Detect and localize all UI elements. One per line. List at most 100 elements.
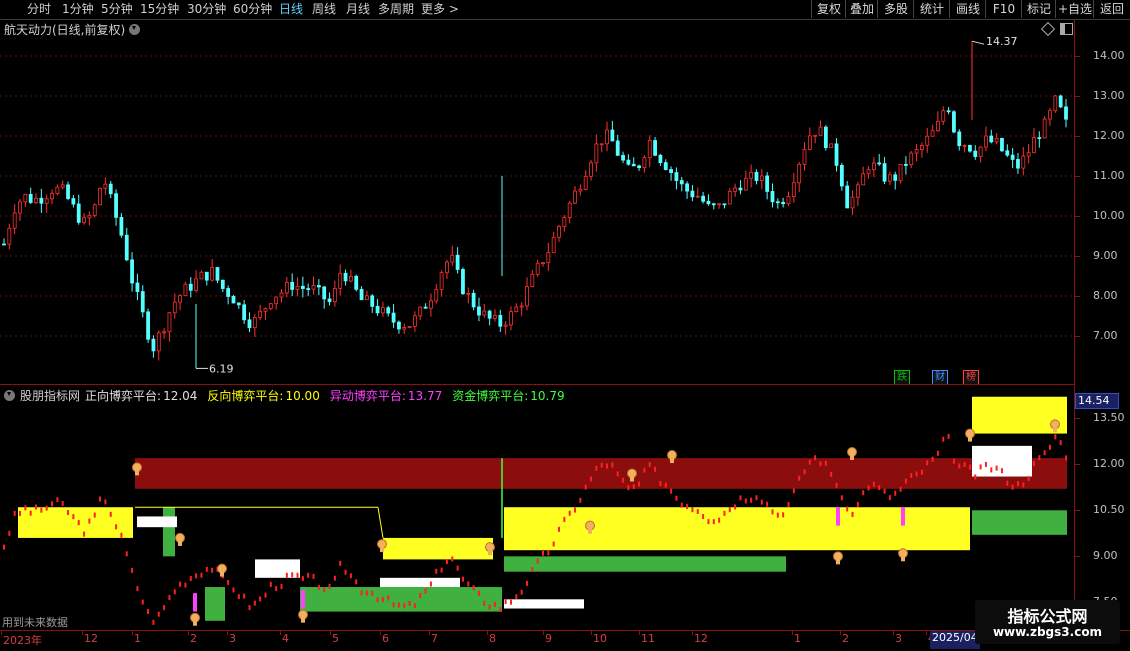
candle xyxy=(55,184,60,196)
price-chart[interactable]: 14.37 6.19 xyxy=(0,20,1074,384)
green-platform-1 xyxy=(504,556,786,572)
yellow-platform-3 xyxy=(504,507,970,551)
candle xyxy=(1021,147,1026,176)
candle xyxy=(994,133,999,145)
toolbar-button-1[interactable]: 叠加 xyxy=(845,0,878,18)
pane-divider[interactable] xyxy=(0,384,1075,385)
candle xyxy=(226,285,231,305)
candle xyxy=(311,276,316,295)
candle xyxy=(429,293,433,317)
white-platform-5 xyxy=(137,516,177,528)
candle xyxy=(119,212,124,238)
timeframe-tab-8[interactable]: 月线 xyxy=(346,1,370,17)
event-badge-1[interactable]: 财 xyxy=(932,370,948,385)
date-label: 3 xyxy=(895,632,902,645)
candle xyxy=(519,302,524,317)
date-label: 12 xyxy=(694,632,708,645)
candle xyxy=(71,195,76,208)
candle xyxy=(525,277,529,311)
candle xyxy=(695,187,700,198)
indicator-chart[interactable] xyxy=(0,386,1074,630)
price-tick-mark xyxy=(1074,296,1080,297)
date-tick xyxy=(1,631,2,635)
candle xyxy=(839,162,844,191)
timeframe-tab-7[interactable]: 周线 xyxy=(312,1,336,17)
candle xyxy=(674,167,679,190)
candle xyxy=(952,110,956,134)
candle xyxy=(487,309,492,326)
timeframe-tab-1[interactable]: 1分钟 xyxy=(62,1,94,17)
candle xyxy=(199,270,204,280)
candle xyxy=(669,166,673,181)
date-label: 6 xyxy=(382,632,389,645)
date-tick xyxy=(429,631,430,635)
signal-hand-icon xyxy=(965,428,975,442)
date-label: 1 xyxy=(794,632,801,645)
candle xyxy=(802,142,807,171)
timeframe-tab-3[interactable]: 15分钟 xyxy=(140,1,179,17)
candle xyxy=(930,124,935,137)
candle xyxy=(690,184,695,202)
candle xyxy=(87,211,92,226)
yellow-platform-2 xyxy=(383,537,493,560)
candle xyxy=(348,269,353,283)
candle xyxy=(7,223,12,250)
toolbar-button-5[interactable]: F10 xyxy=(985,0,1022,18)
timeframe-tab-0[interactable]: 分时 xyxy=(27,1,51,17)
toolbar-button-3[interactable]: 统计 xyxy=(913,0,950,18)
candle xyxy=(759,169,764,190)
event-badge-2[interactable]: 榜 xyxy=(963,370,979,385)
candle xyxy=(791,172,796,203)
candle xyxy=(231,294,236,304)
candle xyxy=(300,276,305,298)
timeframe-tab-4[interactable]: 30分钟 xyxy=(187,1,226,17)
event-badge-0[interactable]: 跌 xyxy=(894,370,910,385)
timeframe-tab-10[interactable]: 更多 > xyxy=(421,1,459,17)
candle xyxy=(397,320,401,334)
candle xyxy=(130,252,134,292)
date-label: 3 xyxy=(229,632,236,645)
candle xyxy=(658,153,663,166)
candle xyxy=(973,145,978,160)
toolbar-button-2[interactable]: 多股 xyxy=(877,0,914,18)
candle xyxy=(418,306,423,320)
price-tick-mark xyxy=(1074,216,1080,217)
candle xyxy=(717,203,722,209)
candle xyxy=(743,170,748,191)
candle xyxy=(423,303,428,309)
candle xyxy=(578,184,583,196)
date-tick xyxy=(639,631,640,635)
date-label: 2 xyxy=(190,632,197,645)
candle xyxy=(215,266,220,284)
timeframe-tab-5[interactable]: 60分钟 xyxy=(233,1,272,17)
candle xyxy=(359,286,364,301)
candle xyxy=(82,213,86,225)
timeframe-tab-6[interactable]: 日线 xyxy=(279,1,303,17)
date-tick xyxy=(280,631,281,635)
date-label-current[interactable]: 2025/04 xyxy=(930,631,980,649)
candle xyxy=(855,181,860,207)
toolbar-button-7[interactable]: +自选 xyxy=(1055,0,1094,18)
candle xyxy=(381,301,385,317)
candle xyxy=(178,294,183,311)
candle xyxy=(151,335,156,358)
toolbar-button-0[interactable]: 复权 xyxy=(811,0,846,18)
timeframe-tab-9[interactable]: 多周期 xyxy=(378,1,414,17)
date-label: 9 xyxy=(545,632,552,645)
candle xyxy=(871,157,876,178)
low-price-label: 6.19 xyxy=(209,362,234,375)
candle xyxy=(679,176,684,192)
candle xyxy=(450,245,455,266)
candle xyxy=(18,199,22,221)
timeframe-tab-2[interactable]: 5分钟 xyxy=(101,1,133,17)
candle xyxy=(44,194,49,213)
candle xyxy=(1048,107,1052,126)
toolbar-button-6[interactable]: 标记 xyxy=(1021,0,1056,18)
toolbar-button-8[interactable]: 返回 xyxy=(1093,0,1130,18)
date-label: 4 xyxy=(282,632,289,645)
toolbar-button-4[interactable]: 画线 xyxy=(949,0,986,18)
candle xyxy=(701,191,706,204)
candle xyxy=(642,155,647,173)
candle xyxy=(786,191,791,207)
candle xyxy=(167,311,172,342)
